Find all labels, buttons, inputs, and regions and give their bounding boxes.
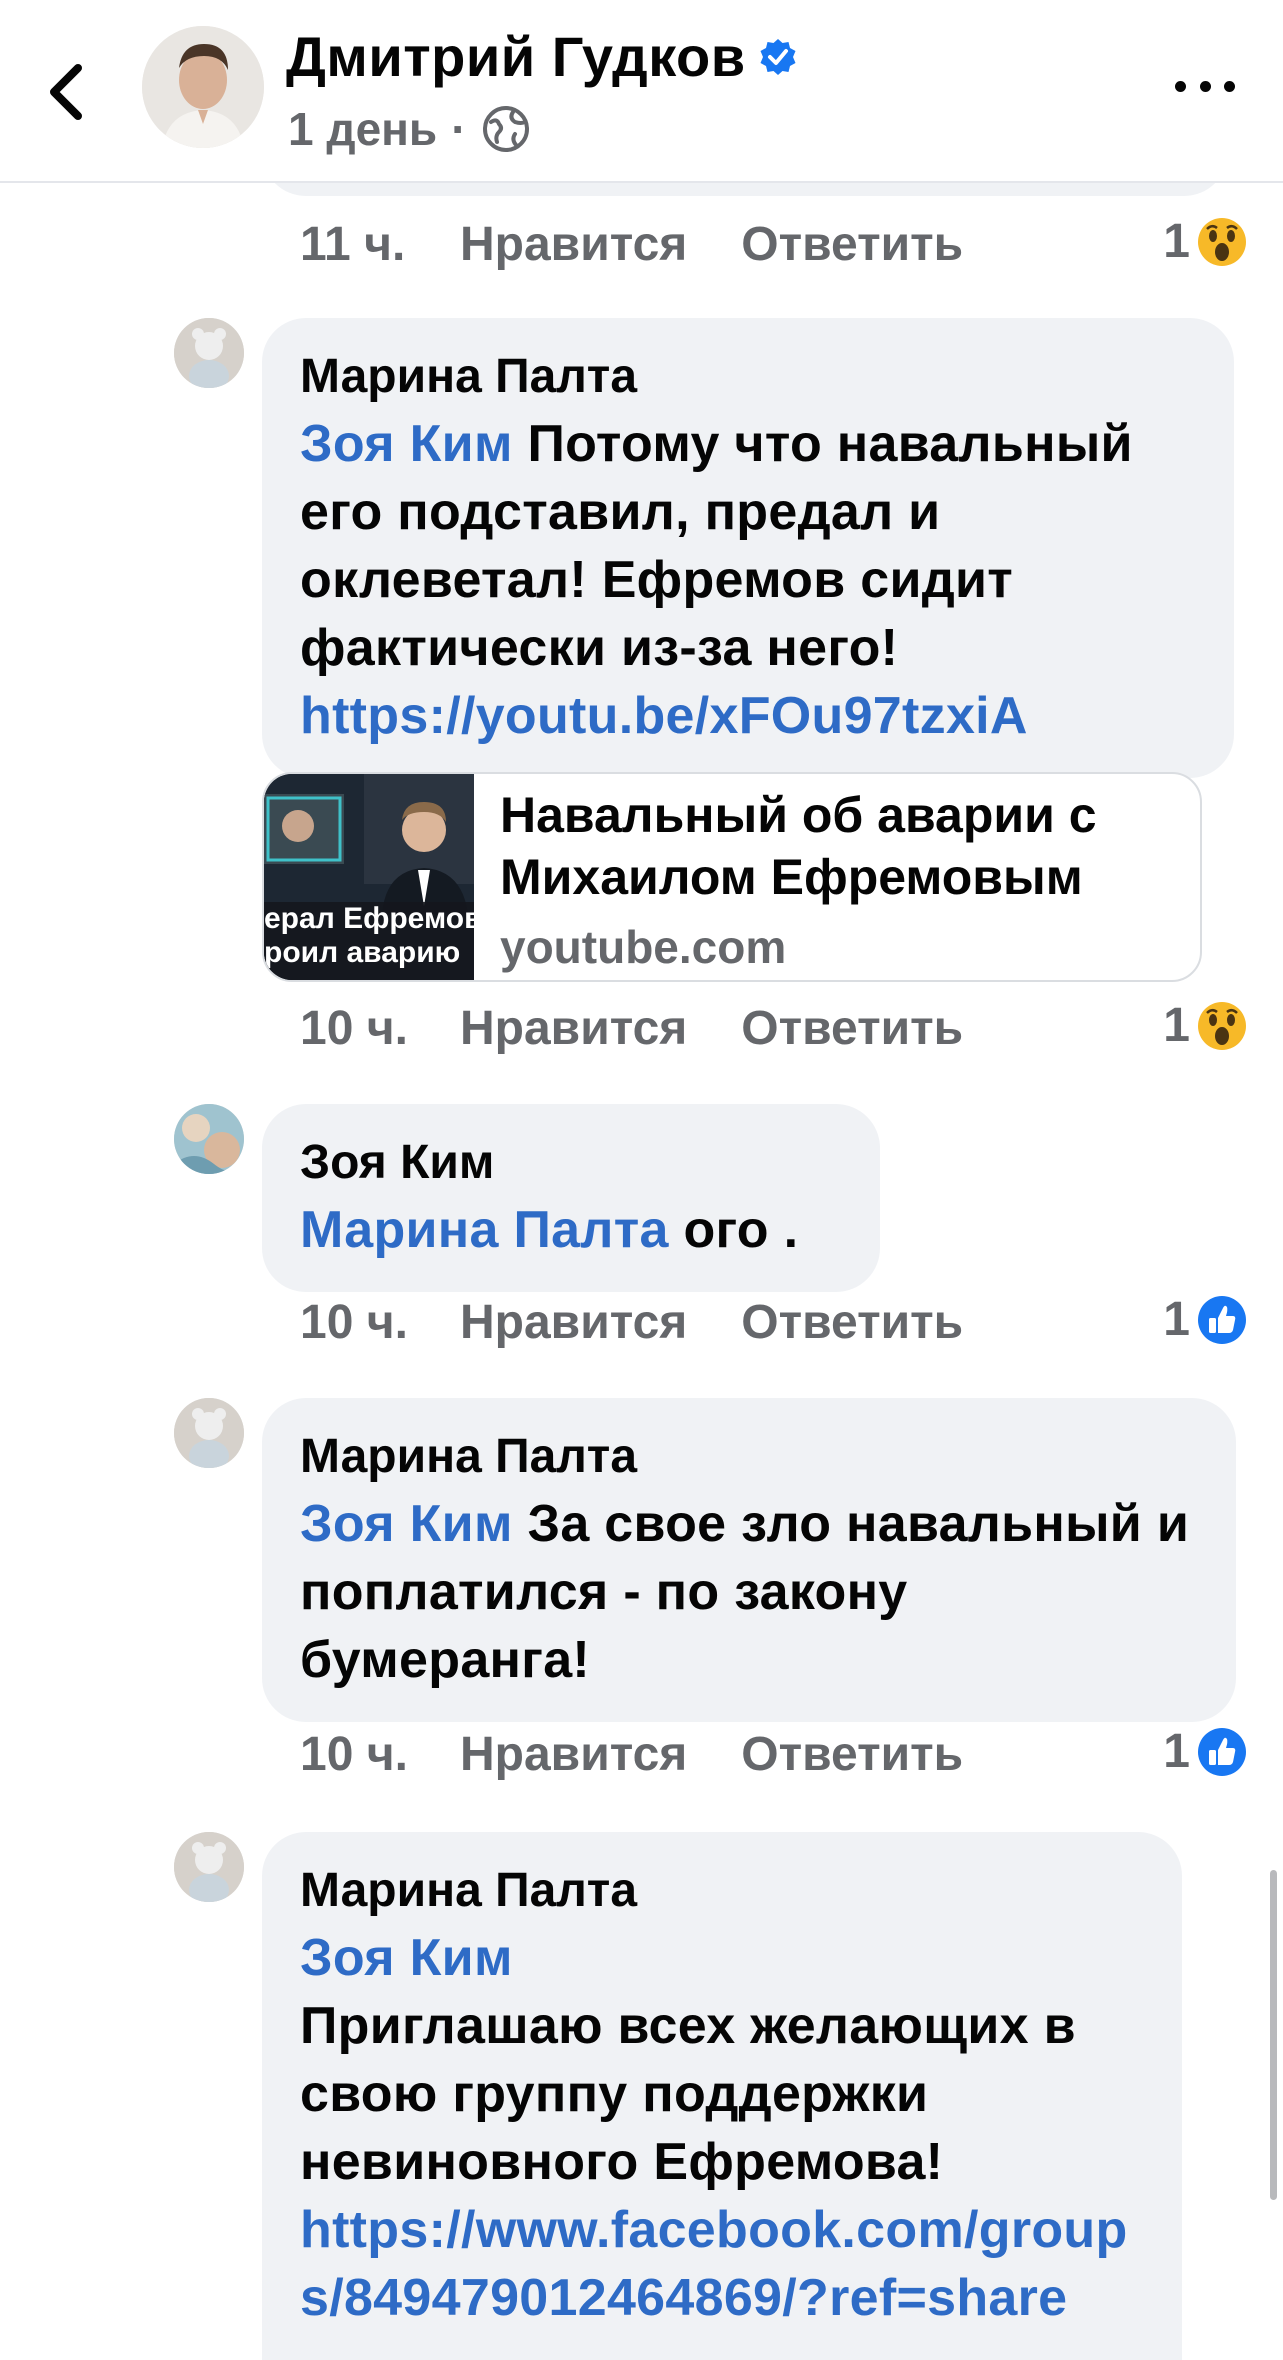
comment-author[interactable]: Зоя Ким	[300, 1130, 842, 1196]
comment-author[interactable]: Марина Палта	[300, 344, 1196, 410]
wow-reaction-icon	[1198, 1001, 1246, 1050]
comment-body: Приглашаю всех желающих в свою группу по…	[300, 1997, 1076, 2191]
comment-bubble: Марина Палта Зоя Ким За свое зло навальн…	[262, 1398, 1236, 1722]
comment-actions: 11 ч. Нравится Ответить 1	[300, 214, 1248, 274]
reply-button[interactable]: Ответить	[741, 1727, 963, 1782]
reaction-summary[interactable]: 1	[1163, 1292, 1248, 1347]
more-dot	[1199, 80, 1211, 92]
more-dots-icon	[1175, 80, 1186, 92]
post-header: Дмитрий Гудков 1 день ·	[0, 0, 1283, 183]
commenter-avatar[interactable]	[174, 1104, 244, 1174]
comment-actions: 10 ч. Нравится Ответить 1	[300, 1724, 1248, 1784]
comment-author[interactable]: Марина Палта	[300, 1424, 1198, 1490]
post-time[interactable]: 1 день	[288, 102, 437, 156]
more-options-button[interactable]	[1175, 66, 1235, 106]
comment-time[interactable]: 10 ч.	[300, 1295, 460, 1350]
back-button[interactable]	[40, 50, 100, 130]
chevron-left-icon	[50, 64, 82, 120]
verified-badge-icon	[760, 38, 796, 75]
scrollbar[interactable]	[1270, 1870, 1277, 2200]
comment-text: Зоя Ким Потому что навальный его подстав…	[300, 410, 1196, 750]
like-reaction-icon	[1198, 1727, 1246, 1776]
post-meta: 1 день ·	[288, 102, 531, 156]
wow-reaction-icon	[1198, 217, 1246, 266]
link-thumbnail: ерал Ефремов роил аварию	[264, 774, 474, 980]
globe-icon	[482, 106, 529, 152]
comment-actions: 10 ч. Нравится Ответить 1	[300, 1292, 1248, 1352]
reaction-count: 1	[1163, 1725, 1190, 1778]
more-dot	[1224, 80, 1235, 92]
commenter-avatar[interactable]	[174, 318, 244, 388]
comment-text: Зоя Ким Приглашаю всех желающих в свою гр…	[300, 1924, 1144, 2332]
link-preview-card[interactable]: ерал Ефремов роил аварию Навальный об ав…	[262, 772, 1202, 982]
reaction-count: 1	[1163, 215, 1190, 268]
link-domain: youtube.com	[500, 921, 787, 973]
like-button[interactable]: Нравится	[460, 1727, 687, 1782]
comment-time[interactable]: 10 ч.	[300, 1001, 460, 1056]
like-reaction-icon	[1198, 1295, 1246, 1344]
comment-text: Марина Палта ого .	[300, 1196, 842, 1264]
reply-button[interactable]: Ответить	[741, 1295, 963, 1350]
like-button[interactable]: Нравится	[460, 217, 687, 272]
comment-time[interactable]: 11 ч.	[300, 217, 460, 272]
author-name-text: Дмитрий Гудков	[286, 25, 746, 88]
reaction-summary[interactable]: 1	[1163, 998, 1248, 1053]
comment-body: ого .	[668, 1201, 799, 1259]
comment-text: Зоя Ким За свое зло навальный и поплатил…	[300, 1490, 1198, 1694]
reaction-summary[interactable]: 1	[1163, 214, 1248, 269]
comment-bubble: Марина Палта Зоя Ким Потому что навальны…	[262, 318, 1234, 778]
comment-author[interactable]: Марина Палта	[300, 1858, 1144, 1924]
like-button[interactable]: Нравится	[460, 1001, 687, 1056]
link-title: Навальный об аварии с Михаилом Ефремовым	[500, 787, 1097, 905]
reaction-summary[interactable]: 1	[1163, 1724, 1248, 1779]
thumbnail-caption: ерал Ефремов роил аварию	[264, 902, 474, 969]
mention-link[interactable]: Марина Палта	[300, 1201, 669, 1259]
reaction-count: 1	[1163, 1293, 1190, 1346]
like-button[interactable]: Нравится	[460, 1295, 687, 1350]
mention-link[interactable]: Зоя Ким	[300, 415, 513, 473]
reply-button[interactable]: Ответить	[741, 217, 963, 272]
comment-bubble: Зоя Ким Марина Палта ого .	[262, 1104, 880, 1292]
reaction-count: 1	[1163, 999, 1190, 1052]
author-name[interactable]: Дмитрий Гудков	[286, 24, 798, 89]
reply-button[interactable]: Ответить	[741, 1001, 963, 1056]
comment-bubble: Марина Палта Зоя Ким Приглашаю всех желаю…	[262, 1832, 1182, 2360]
mention-link[interactable]: Зоя Ким	[300, 1929, 513, 1987]
comment-url[interactable]: https://youtu.be/xFOu97tzxiA	[300, 687, 1028, 745]
commenter-avatar[interactable]	[174, 1832, 244, 1902]
comment-time[interactable]: 10 ч.	[300, 1727, 460, 1782]
comment-url[interactable]: https://www.facebook.com/groups/84947901…	[300, 2201, 1128, 2327]
comment-actions: 10 ч. Нравится Ответить 1	[300, 998, 1248, 1058]
author-avatar[interactable]	[142, 26, 264, 148]
commenter-avatar[interactable]	[174, 1398, 244, 1468]
mention-link[interactable]: Зоя Ким	[300, 1495, 513, 1553]
meta-separator: ·	[451, 103, 467, 155]
